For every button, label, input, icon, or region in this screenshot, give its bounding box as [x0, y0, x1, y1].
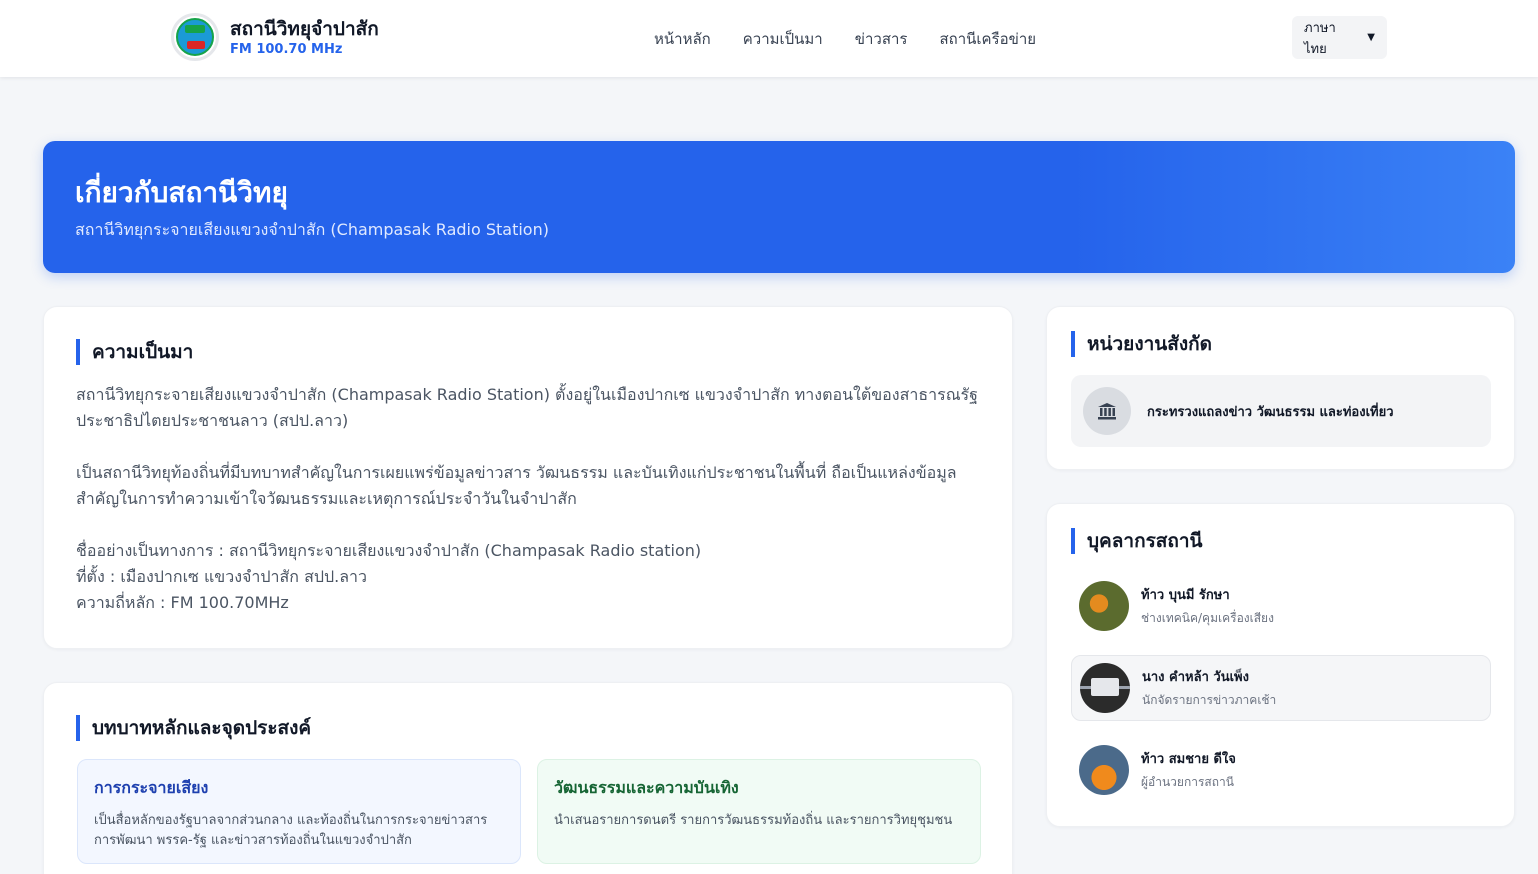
role-title: การกระจายเสียง [94, 778, 209, 797]
staff-name: ท้าว บุนมี รักษา [1141, 588, 1230, 603]
staff-member[interactable]: ท้าว บุนมี รักษา ช่างเทคนิค/คุมเครื่องเส… [1071, 573, 1491, 639]
language-select-value: ภาษาไทย [1304, 20, 1336, 57]
role-description: เป็นสื่อหลักของรัฐบาลจากส่วนกลาง และท้อง… [94, 813, 488, 848]
role-culture-entertainment: วัฒนธรรมและความบันเทิง นำเสนอรายการดนตรี… [537, 759, 981, 864]
staff-role: ผู้อำนวยการสถานี [1141, 775, 1234, 789]
about-hero-banner: เกี่ยวกับสถานีวิทยุ สถานีวิทยุกระจายเสีย… [43, 141, 1515, 273]
staff-card: บุคลากรสถานี ท้าว บุนมี รักษา ช่างเทคนิค… [1046, 503, 1515, 827]
role-title: วัฒนธรรมและความบันเทิง [554, 778, 739, 797]
staff-member[interactable]: ท้าว สมชาย ดีใจ ผู้อำนวยการสถานี [1071, 737, 1491, 803]
role-broadcasting: การกระจายเสียง เป็นสื่อหลักของรัฐบาลจากส… [77, 759, 521, 864]
history-card: ความเป็นมา สถานีวิทยุกระจายเสียงแขวงจำปา… [43, 306, 1013, 649]
nav-network-stations[interactable]: สถานีเครือข่าย [939, 27, 1036, 51]
avatar [1079, 745, 1129, 795]
station-logo[interactable] [171, 13, 219, 61]
chevron-down-icon: ▼ [1367, 32, 1375, 43]
roles-card: บทบาทหลักและจุดประสงค์ การกระจายเสียง เป… [43, 682, 1013, 874]
page-title: เกี่ยวกับสถานีวิทยุ [75, 176, 288, 209]
brand-frequency: FM 100.70 MHz [230, 42, 343, 57]
history-paragraph-1: สถานีวิทยุกระจายเสียงแขวงจำปาสัก (Champa… [76, 385, 978, 430]
bank-icon [1083, 387, 1131, 435]
nav-history[interactable]: ความเป็นมา [743, 27, 823, 51]
history-paragraph-2: เป็นสถานีวิทยุท้องถิ่นที่มีบทบาทสำคัญในก… [76, 463, 957, 508]
role-description: นำเสนอรายการดนตรี รายการวัฒนธรรมท้องถิ่น… [554, 813, 953, 828]
staff-role: นักจัดรายการข่าวภาคเช้า [1142, 693, 1277, 707]
brand-title[interactable]: สถานีวิทยุจำปาสัก [230, 14, 379, 44]
language-select[interactable]: ภาษาไทย ▼ [1292, 16, 1387, 59]
top-header: สถานีวิทยุจำปาสัก FM 100.70 MHz หน้าหลัก… [0, 0, 1538, 77]
staff-role: ช่างเทคนิค/คุมเครื่องเสียง [1141, 611, 1274, 625]
staff-heading: บุคลากรสถานี [1071, 528, 1203, 554]
staff-member[interactable]: นาง คำหล้า วันเพ็ง นักจัดรายการข่าวภาคเช… [1071, 655, 1491, 721]
staff-name: นาง คำหล้า วันเพ็ง [1142, 670, 1249, 685]
main-nav: หน้าหลัก ความเป็นมา ข่าวสาร สถานีเครือข่… [654, 27, 1036, 51]
affiliation-heading: หน่วยงานสังกัด [1071, 331, 1212, 357]
location: ที่ตั้ง : เมืองปากเซ แขวงจำปาสัก สปป.ลาว [76, 567, 368, 586]
logo-emblem-icon [176, 18, 214, 56]
avatar [1080, 663, 1130, 713]
official-name: ชื่ออย่างเป็นทางการ : สถานีวิทยุกระจายเส… [76, 541, 702, 560]
main-frequency: ความถี่หลัก : FM 100.70MHz [76, 593, 289, 612]
affiliation-card: หน่วยงานสังกัด กระทรวงแถลงข่าว วัฒนธรรม … [1046, 306, 1515, 470]
staff-name: ท้าว สมชาย ดีใจ [1141, 752, 1236, 767]
nav-news[interactable]: ข่าวสาร [855, 27, 908, 51]
roles-heading: บทบาทหลักและจุดประสงค์ [76, 715, 311, 741]
avatar [1079, 581, 1129, 631]
affiliation-item: กระทรวงแถลงข่าว วัฒนธรรม และท่องเที่ยว [1071, 375, 1491, 447]
nav-home[interactable]: หน้าหลัก [654, 27, 711, 51]
affiliation-name: กระทรวงแถลงข่าว วัฒนธรรม และท่องเที่ยว [1147, 404, 1394, 420]
page-subtitle: สถานีวิทยุกระจายเสียงแขวงจำปาสัก (Champa… [75, 220, 549, 239]
history-heading: ความเป็นมา [76, 339, 193, 365]
